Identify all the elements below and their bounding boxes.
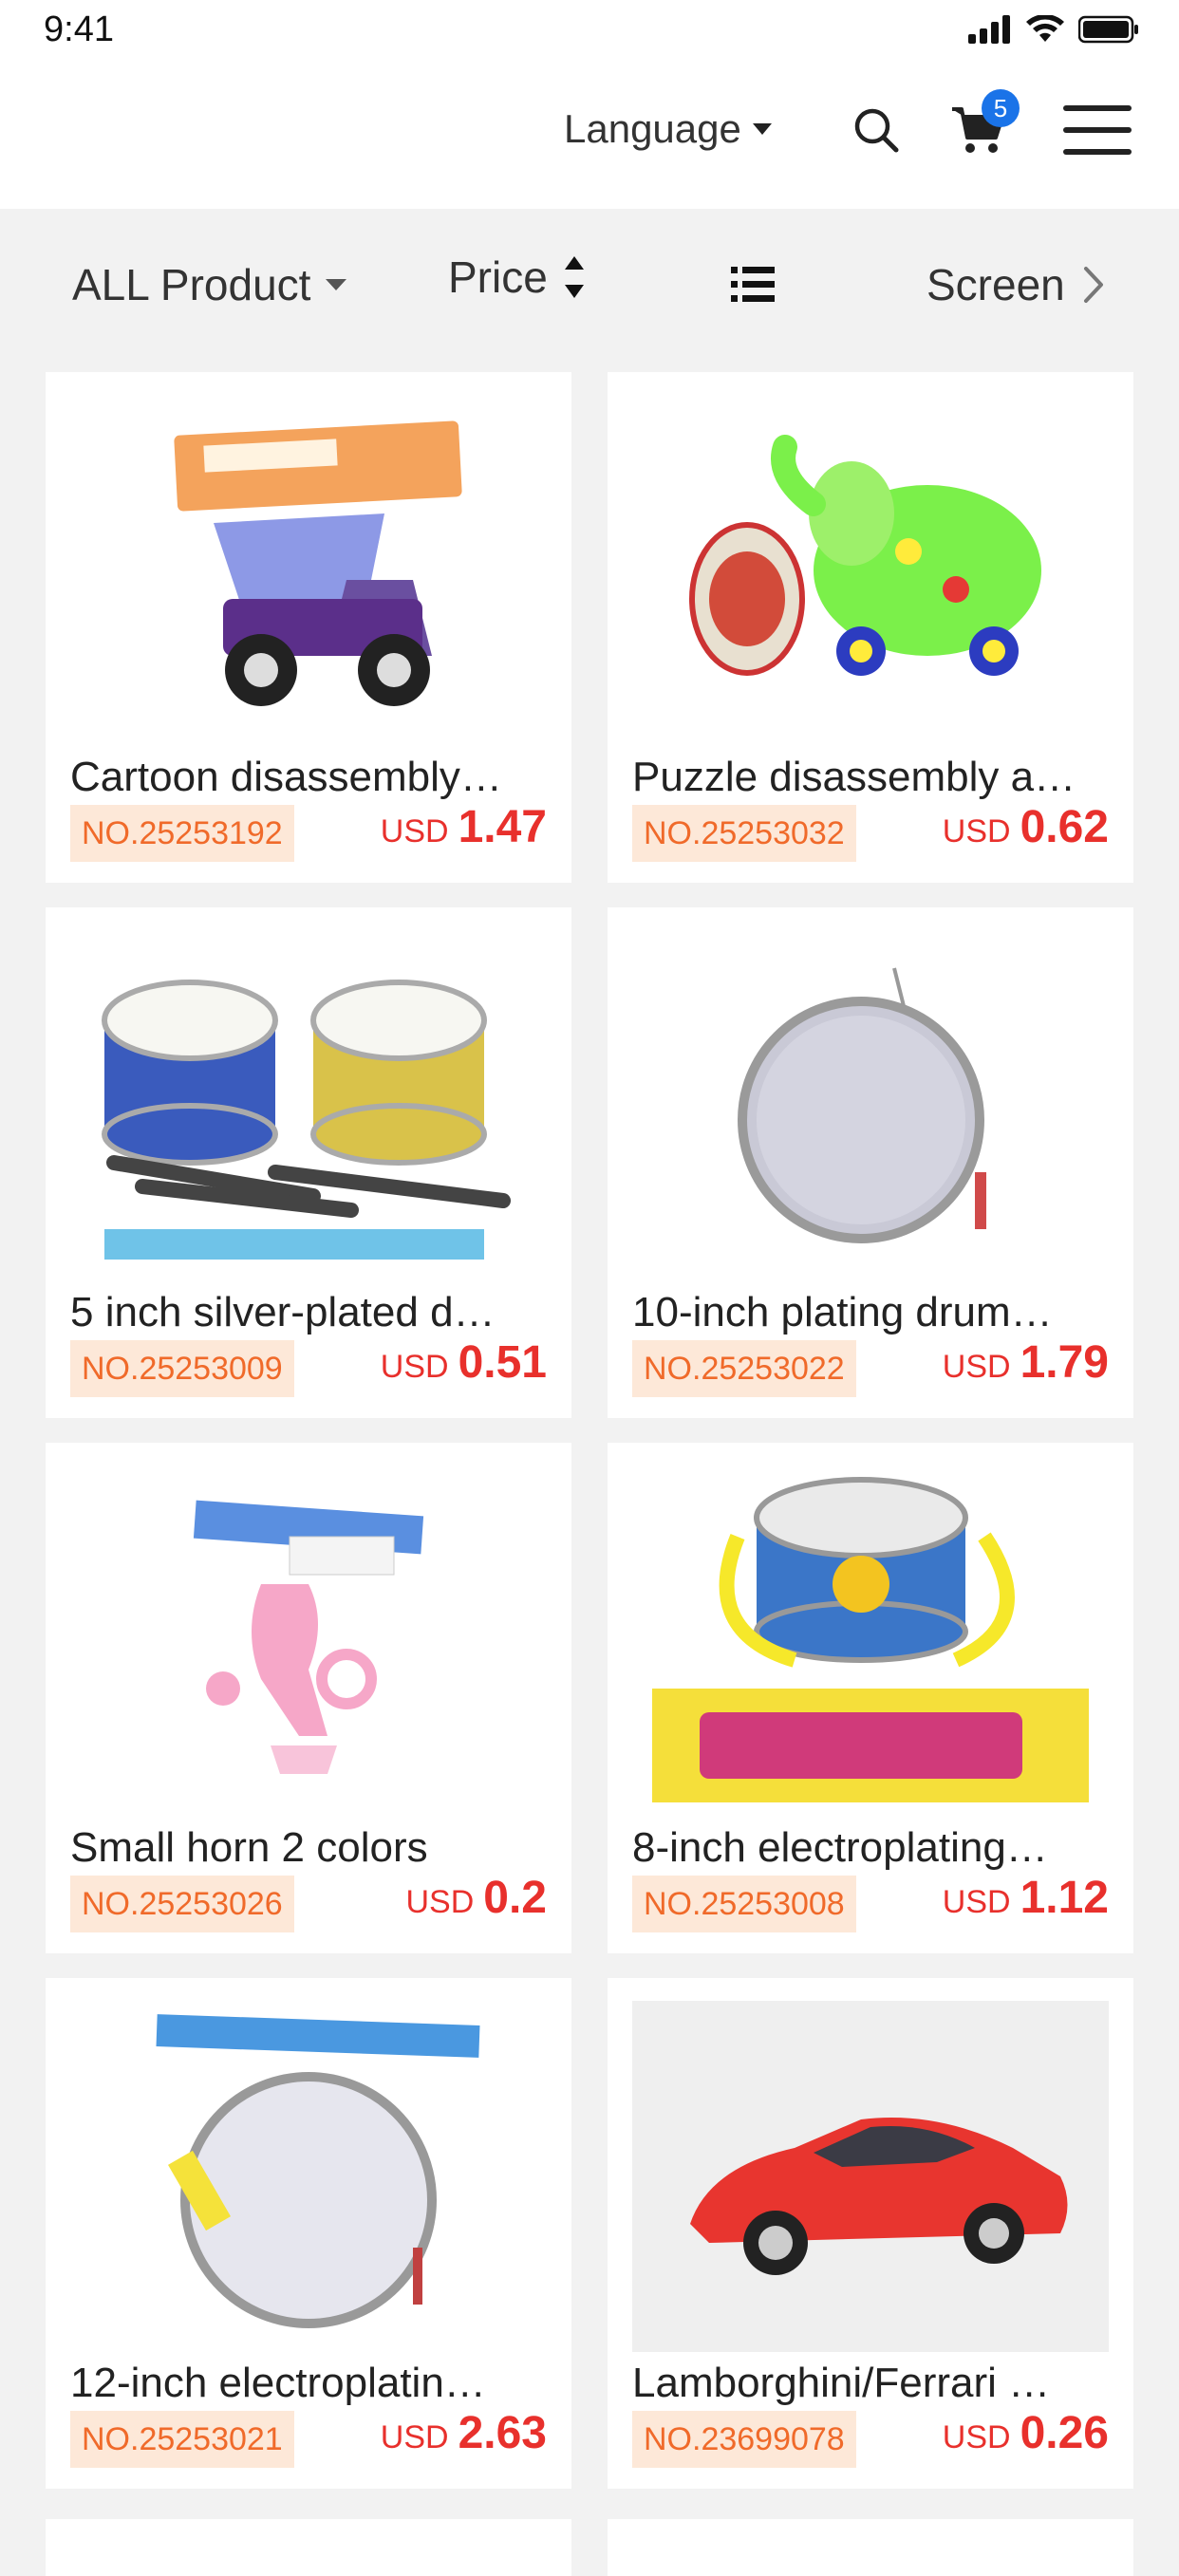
caret-down-icon [326,279,347,290]
list-view-toggle[interactable] [731,256,775,313]
language-label: Language [564,106,741,151]
product-image-elephant-puzzle [632,395,1109,746]
chevron-right-icon [1083,267,1103,303]
search-button[interactable] [843,97,909,163]
price-currency: USD [942,813,1011,849]
price-currency: USD [942,1884,1011,1920]
product-title: 5 inch silver-plated d… [70,1289,496,1335]
price-currency: USD [942,1349,1011,1385]
product-image-small-horn [70,1465,547,1817]
product-card[interactable]: Small horn 2 colors NO.25253026 USD 0.2 [46,1443,571,1953]
product-number: NO.23699078 [632,2411,856,2468]
product-price: USD 0.51 [381,1336,547,1393]
product-title: 8-inch electroplating… [632,1824,1048,1871]
product-number: NO.25253021 [70,2411,294,2468]
product-price: USD 1.12 [943,1872,1109,1929]
price-currency: USD [380,2419,449,2455]
battery-icon [1078,15,1138,44]
product-card[interactable]: Lamborghini/Ferrari … NO.23699078 USD 0.… [608,1978,1133,2489]
cart-count-badge: 5 [982,89,1020,127]
product-number: NO.25253192 [70,805,294,862]
product-price: USD 0.2 [405,1872,547,1929]
status-time: 9:41 [44,9,114,49]
search-icon [854,108,899,153]
product-price: USD 0.26 [943,2407,1109,2464]
screen-filter[interactable]: Screen [926,256,1107,313]
product-number: NO.25253026 [70,1876,294,1932]
caret-down-icon [752,123,772,135]
menu-button[interactable] [1059,97,1135,163]
product-number: NO.25253032 [632,805,856,862]
price-value: 0.51 [458,1337,547,1388]
product-number: NO.25253022 [632,1340,856,1397]
price-currency: USD [405,1884,475,1920]
price-value: 1.79 [1020,1337,1109,1388]
wifi-icon [1026,15,1064,42]
product-title: 12-inch electroplatin… [70,2360,486,2406]
all-product-label: ALL Product [72,260,311,309]
product-card[interactable]: Puzzle disassembly a… NO.25253032 USD 0.… [608,372,1133,883]
price-value: 1.12 [1020,1873,1109,1923]
list-view-icon [731,267,775,302]
price-value: 0.62 [1020,802,1109,852]
price-value: 0.2 [483,1873,547,1923]
product-image-12-inch-drum [70,2001,547,2352]
product-grid: Cartoon disassembly… NO.25253192 USD 1.4… [46,372,1133,2489]
hamburger-menu-icon [1063,105,1132,155]
filter-bar: ALL Product Price Screen [0,209,1179,361]
product-card-partial[interactable] [46,2519,571,2576]
product-title: Lamborghini/Ferrari … [632,2360,1051,2406]
product-number: NO.25253008 [632,1876,856,1932]
price-value: 1.47 [458,802,547,852]
product-image-red-sports-car [632,2001,1109,2352]
product-title: 10-inch plating drum… [632,1289,1053,1335]
status-icons [968,15,1139,44]
price-value: 0.26 [1020,2408,1109,2458]
product-title: Small horn 2 colors [70,1824,428,1871]
language-selector[interactable]: Language [564,101,774,158]
all-product-filter[interactable]: ALL Product [72,256,348,313]
product-title: Cartoon disassembly… [70,754,502,800]
status-bar: 9:41 [0,0,1179,61]
product-card[interactable]: Cartoon disassembly… NO.25253192 USD 1.4… [46,372,571,883]
price-currency: USD [380,1349,449,1385]
product-image-drum-set [70,930,547,1281]
price-sort-label: Price [448,252,548,302]
product-price: USD 2.63 [381,2407,547,2464]
cart-button[interactable]: 5 [945,89,1020,163]
price-value: 2.63 [458,2408,547,2458]
product-price: USD 1.47 [381,801,547,858]
product-number: NO.25253009 [70,1340,294,1397]
product-title: Puzzle disassembly a… [632,754,1076,800]
product-card[interactable]: 8-inch electroplating… NO.25253008 USD 1… [608,1443,1133,1953]
screen-label: Screen [926,260,1065,309]
product-price: USD 1.79 [943,1336,1109,1393]
price-sort[interactable]: Price [448,249,588,306]
product-image-electroplating-drum [632,1465,1109,1817]
price-currency: USD [942,2419,1011,2455]
product-price: USD 0.62 [943,801,1109,858]
product-image-truck [70,395,547,746]
sort-arrows-icon [564,256,584,298]
signal-icon [968,15,1010,44]
product-card[interactable]: 12-inch electroplatin… NO.25253021 USD 2… [46,1978,571,2489]
product-image-plating-drum [632,930,1109,1281]
price-currency: USD [380,813,449,849]
header: Language 5 [0,61,1179,209]
product-card[interactable]: 5 inch silver-plated d… NO.25253009 USD … [46,907,571,1418]
product-card[interactable]: 10-inch plating drum… NO.25253022 USD 1.… [608,907,1133,1418]
product-card-partial[interactable] [608,2519,1133,2576]
